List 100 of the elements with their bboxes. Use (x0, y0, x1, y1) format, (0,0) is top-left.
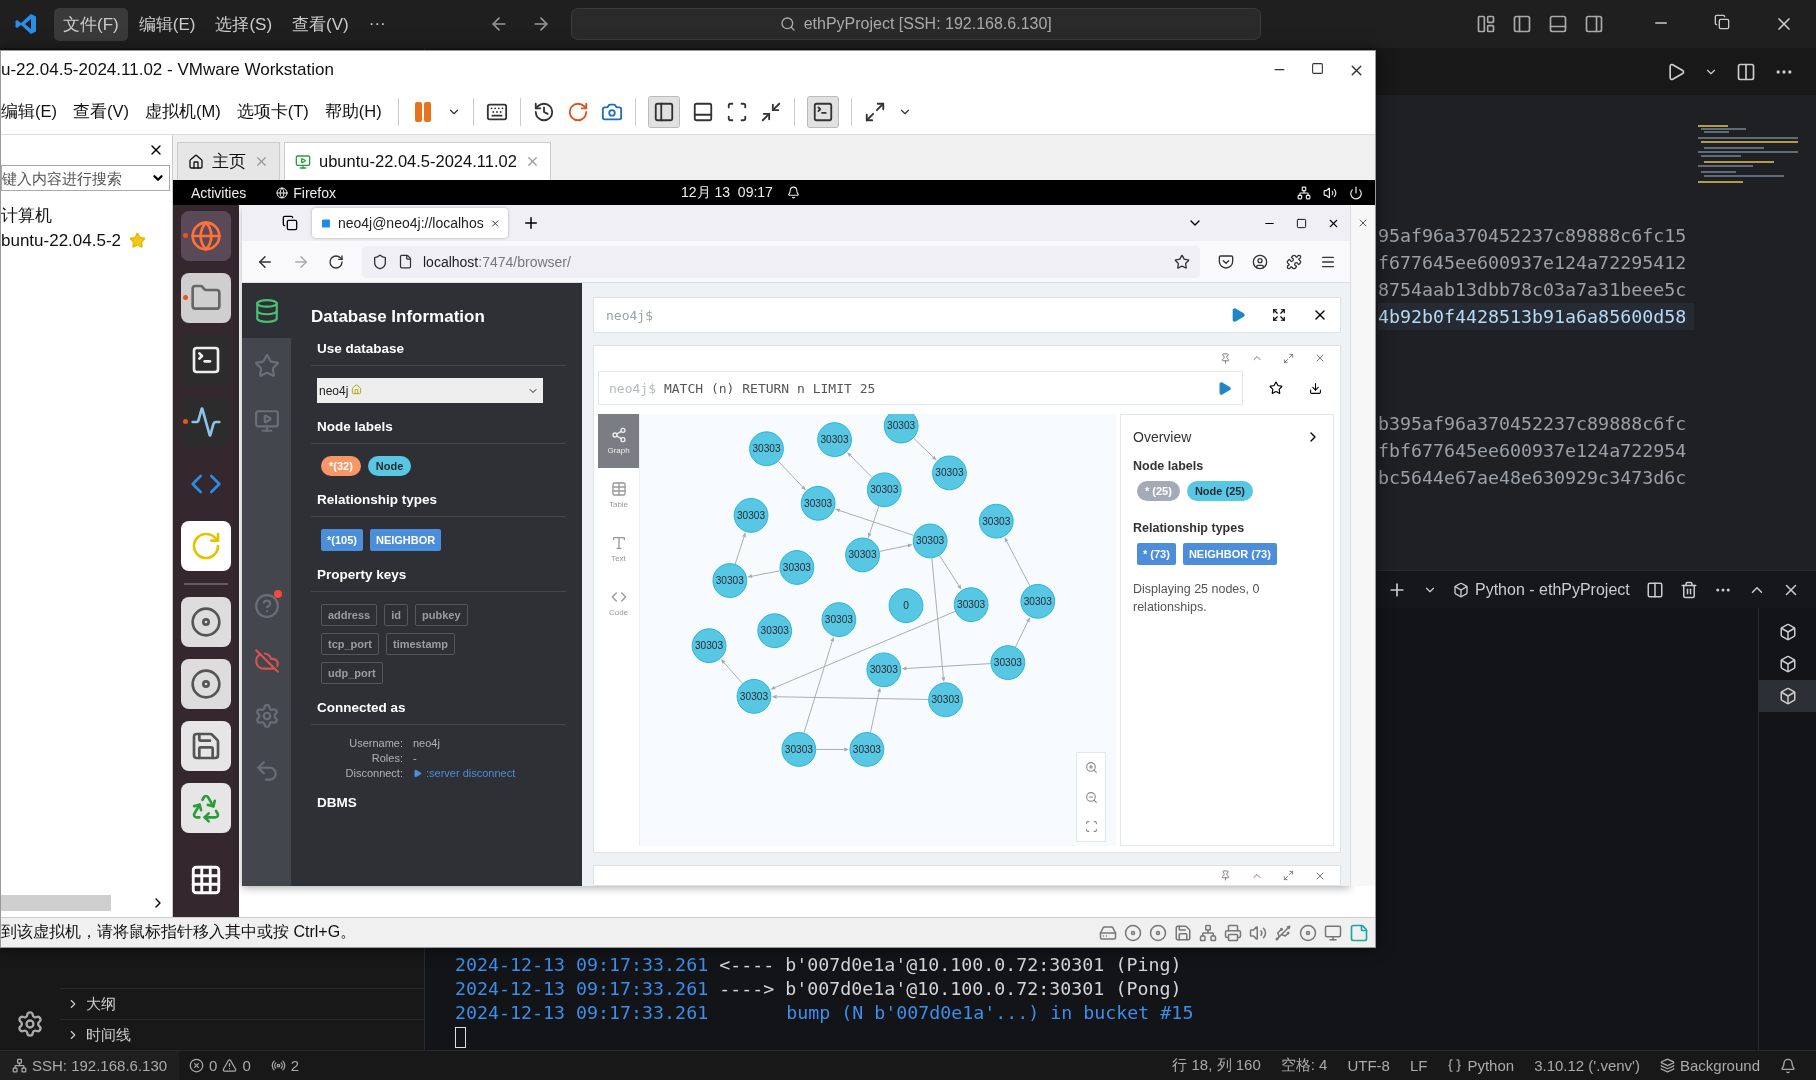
thumbnail-view-icon[interactable] (691, 100, 714, 123)
property-key-tag[interactable]: timestamp (386, 633, 456, 655)
restore-icon[interactable] (1714, 14, 1730, 30)
status-item[interactable]: 3.10.12 ('.venv') (1524, 1051, 1650, 1080)
sidebar-section-header[interactable]: 大纲 (60, 988, 424, 1019)
ports-status[interactable]: 2 (260, 1051, 310, 1080)
graph-node[interactable]: 30303 (781, 732, 817, 767)
sound-icon[interactable] (1249, 923, 1267, 942)
graph-node[interactable]: 30303 (821, 602, 857, 638)
disc-icon[interactable] (1124, 923, 1142, 942)
graph-node[interactable]: 30303 (990, 645, 1026, 681)
clock[interactable]: 12月 13 09:17 (681, 183, 773, 202)
graph-node[interactable]: 30303 (733, 498, 769, 533)
property-key-tag[interactable]: id (384, 604, 408, 626)
menu-item[interactable]: 查看(V) (73, 100, 129, 123)
app-icon[interactable] (276, 186, 289, 199)
maximize-icon[interactable] (1311, 61, 1324, 75)
database-select[interactable]: neo4j (317, 378, 543, 403)
graph-node[interactable]: 30303 (866, 472, 902, 508)
usb-icon[interactable] (1274, 923, 1292, 942)
tab-list-icon[interactable] (282, 215, 298, 231)
terminal-list-item[interactable] (1759, 680, 1816, 712)
revert-snapshot-icon[interactable] (566, 100, 589, 123)
problems-status[interactable]: 0 0 (179, 1051, 261, 1080)
notification-bell-icon[interactable] (1780, 1057, 1796, 1074)
tree-item[interactable]: buntu-22.04.5-2 (1, 228, 172, 253)
favorite-icon[interactable] (1269, 381, 1283, 396)
run-icon[interactable] (1666, 61, 1686, 82)
trash-icon[interactable] (1680, 580, 1698, 599)
graph-node[interactable]: 30303 (1020, 583, 1056, 619)
printer-icon[interactable] (1224, 923, 1242, 942)
library-view-button[interactable] (647, 95, 680, 128)
split-editor-icon[interactable] (1736, 61, 1756, 82)
menu-item[interactable]: ··· (359, 9, 395, 39)
search-field[interactable]: 键入内容进行搜索 (1, 165, 170, 191)
sidebar-nav-button[interactable] (242, 283, 291, 338)
address-bar[interactable]: localhost:7474/browser/ (362, 245, 1200, 278)
panel-bottom-icon[interactable] (1548, 14, 1568, 34)
pin-icon[interactable] (1220, 352, 1231, 364)
query-text[interactable]: neo4j$ MATCH (n) RETURN n LIMIT 25 (598, 371, 1243, 406)
graph-node[interactable]: 30303 (757, 613, 793, 649)
property-key-tag[interactable]: udp_port (321, 662, 383, 684)
snapshot-icon[interactable] (532, 100, 555, 123)
graph-node[interactable]: 30303 (800, 486, 836, 521)
property-key-tag[interactable]: tcp_port (321, 633, 379, 655)
settings-icon[interactable] (16, 1010, 44, 1038)
note-icon[interactable] (1349, 922, 1369, 943)
volume-icon[interactable] (1323, 185, 1337, 200)
power-icon[interactable] (1349, 185, 1363, 200)
disconnect-link[interactable]: :server disconnect (413, 767, 566, 779)
split-terminal-icon[interactable] (1646, 580, 1664, 599)
expand-icon[interactable] (1272, 308, 1286, 323)
pocket-icon[interactable] (1218, 253, 1234, 270)
network-adapter-icon[interactable] (1199, 923, 1217, 942)
graph-node[interactable]: 30303 (928, 682, 963, 718)
alarm-icon[interactable] (786, 186, 800, 199)
app-menu-label[interactable]: Firefox (293, 184, 337, 201)
network-icon[interactable] (1297, 185, 1311, 200)
menu-item[interactable]: 虚拟机(M) (145, 100, 221, 123)
graph-node[interactable]: 30303 (932, 455, 967, 491)
graph-node[interactable]: 30303 (736, 679, 772, 714)
menu-item[interactable]: 编辑(E) (1, 100, 57, 123)
layout-icon[interactable] (1476, 14, 1496, 34)
vm-tab[interactable]: 主页 (177, 142, 280, 180)
bookmark-star-icon[interactable] (1174, 253, 1190, 270)
property-key-tag[interactable]: pubkey (415, 604, 468, 626)
command-center-field[interactable]: ethPyProject [SSH: 192.168.6.130] (570, 8, 1261, 40)
view-tab[interactable]: Graph (598, 414, 639, 469)
graph-node[interactable]: 30303 (749, 431, 784, 467)
graph-node[interactable]: 30303 (712, 563, 748, 598)
status-item[interactable]: 空格: 4 (1270, 1051, 1338, 1080)
graph-node[interactable]: 30303 (866, 652, 902, 688)
menu-item[interactable]: 选择(S) (206, 7, 282, 41)
graph-node[interactable]: 30303 (817, 422, 852, 458)
close-icon[interactable] (1357, 217, 1369, 229)
zoom-in-icon[interactable] (1084, 761, 1098, 775)
status-item[interactable]: Python (1437, 1051, 1525, 1080)
swirl-app-icon[interactable] (181, 521, 231, 571)
favorite-star-icon[interactable] (129, 232, 147, 249)
folder-icon[interactable] (181, 273, 231, 323)
reload-icon[interactable] (328, 253, 344, 270)
activity-monitor-icon[interactable] (181, 397, 231, 447)
panel-left-icon[interactable] (1512, 14, 1532, 34)
menu-item[interactable]: 文件(F) (54, 7, 128, 41)
zoom-out-icon[interactable] (1084, 790, 1098, 804)
browser-icon[interactable] (181, 211, 231, 261)
terminal-tab[interactable]: Python - ethPyProject (1453, 580, 1630, 599)
maximize-icon[interactable] (1296, 217, 1307, 229)
browser-tab[interactable]: neo4j@neo4j://localhos (312, 208, 508, 238)
menu-item[interactable]: 查看(V) (283, 7, 358, 41)
download-icon[interactable] (1309, 381, 1322, 395)
graph-node[interactable]: 30303 (691, 628, 727, 664)
vm-tab[interactable]: ubuntu-22.04.5-2024.11.02 (284, 142, 551, 180)
panel-right-icon[interactable] (1584, 14, 1604, 34)
scrollbar-thumb[interactable] (1, 895, 111, 911)
extensions-icon[interactable] (1286, 253, 1302, 270)
graph-node[interactable]: 30303 (912, 523, 948, 559)
graph-node[interactable]: 30303 (779, 550, 815, 585)
disc-icon[interactable] (1149, 923, 1167, 942)
account-icon[interactable] (1252, 253, 1268, 270)
